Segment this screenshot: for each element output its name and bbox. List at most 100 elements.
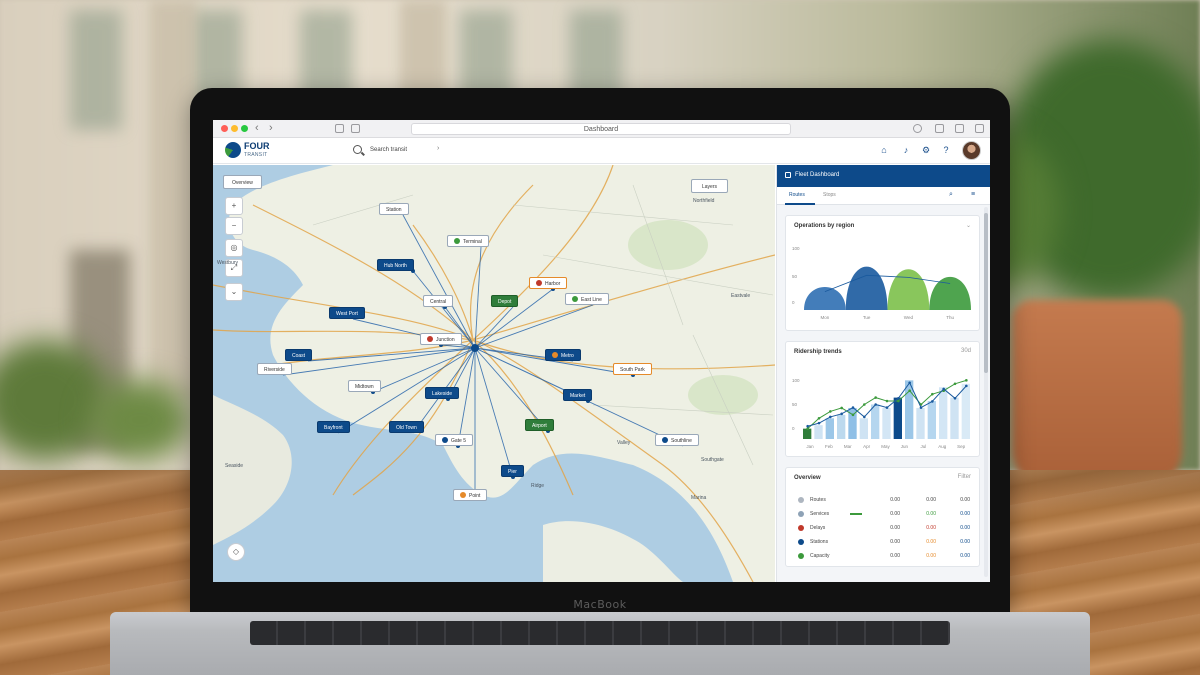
map-stop-label[interactable]: Airport (525, 419, 554, 431)
map-stop-label[interactable]: Gate 5 (435, 434, 474, 446)
tab-routes[interactable]: Routes (789, 192, 805, 198)
map-stop-label[interactable]: Point (453, 489, 488, 501)
laptop-keyboard (250, 621, 950, 645)
layers-chip[interactable]: Layers (691, 179, 729, 193)
map-stop-label[interactable]: Hub North (377, 259, 414, 271)
list-item[interactable]: Routes 0.00 0.00 0.00 (798, 494, 978, 506)
map-stop-label[interactable]: Harbor (529, 277, 568, 289)
list-item[interactable]: Capacity 0.00 0.00 0.00 (798, 550, 978, 562)
address-bar[interactable]: Dashboard (411, 123, 791, 135)
filter-select[interactable]: Filter (958, 474, 971, 480)
map-stop-label[interactable]: Central (423, 295, 454, 307)
bar-mark (814, 425, 823, 439)
map-stop-label[interactable]: Junction (420, 333, 462, 345)
map-stop-label-text: Terminal (463, 239, 482, 245)
list-item[interactable]: Delays 0.00 0.00 0.00 (798, 522, 978, 534)
line-point (851, 413, 855, 417)
map-stop-label[interactable]: Riverside (257, 363, 292, 375)
map-stop-label[interactable]: Coast (285, 349, 313, 361)
map-stop-label[interactable]: Midtown (348, 380, 381, 392)
menu-icon[interactable] (975, 124, 984, 133)
map-stop-label[interactable]: Market (563, 389, 593, 401)
map-settings-icon[interactable]: ◇ (227, 543, 245, 561)
user-avatar[interactable] (962, 141, 981, 160)
tab-overview-icon[interactable] (351, 124, 360, 133)
filter-icon[interactable]: ≡ (971, 191, 975, 198)
list-item[interactable]: Services 0.00 0.00 0.00 (798, 508, 978, 520)
list-item-value: 0.00 (960, 553, 970, 559)
sidebar-toggle-icon[interactable] (335, 124, 344, 133)
panel-grid-icon[interactable] (785, 172, 791, 178)
operations-card: Operations by region ⌄ 100 50 0 Mon Tue We… (785, 215, 980, 331)
building-window (70, 10, 122, 130)
line-point (942, 387, 945, 391)
tabs-icon[interactable] (955, 124, 964, 133)
map-stop-label-text: West Port (336, 311, 358, 317)
map-place-name: Marina (691, 495, 707, 501)
minimize-window-button[interactable] (231, 125, 238, 132)
map-stop-label[interactable]: Station (379, 203, 409, 215)
trend-line (824, 274, 951, 293)
map-stop-label-text: South Park (620, 367, 645, 373)
line-point (908, 381, 911, 385)
map-stop-label[interactable]: Terminal (447, 235, 489, 247)
panel-scrollbar-thumb[interactable] (984, 213, 988, 373)
stop-type-icon (552, 352, 558, 358)
map-stop-label[interactable]: Lakeside (425, 387, 460, 399)
back-arrow-icon[interactable]: ‹ (255, 122, 259, 134)
panel-tabs: Routes Stops ⌕ ≡ (777, 187, 990, 205)
x-tick-label: Feb (825, 444, 833, 449)
area-mark (929, 276, 971, 310)
bar-mark (893, 397, 902, 439)
operations-area-chart: Mon Tue Wed Thu (804, 266, 971, 320)
map-stop-label[interactable]: East Line (565, 293, 609, 305)
maximize-window-button[interactable] (241, 125, 248, 132)
line-point (953, 396, 957, 400)
line-point (965, 379, 968, 382)
brand-logo-icon[interactable] (225, 142, 241, 158)
map-stop-label[interactable]: Southline (655, 434, 699, 446)
overview-chip[interactable]: Overview (223, 175, 262, 189)
share-icon[interactable] (935, 124, 944, 133)
map-stop-label-text: Market (570, 393, 586, 399)
download-icon[interactable] (913, 124, 922, 133)
search-dropdown-chevron-icon[interactable]: › (437, 145, 439, 152)
map-stop-label[interactable]: West Port (329, 307, 365, 319)
zoom-in-icon[interactable]: + (225, 197, 243, 215)
ridership-card: Ridership trends 30d 100 50 0 Jan Feb Mar A… (785, 341, 980, 457)
laptop-brand-label: MacBook (573, 598, 627, 611)
search-icon[interactable] (353, 145, 362, 154)
help-icon[interactable]: ? (941, 145, 951, 155)
forward-arrow-icon[interactable]: › (269, 122, 273, 134)
map-place-name: Valley (617, 440, 631, 446)
search-icon[interactable]: ⌕ (949, 191, 953, 199)
bell-icon[interactable]: ♪ (901, 145, 911, 155)
active-tab-indicator (785, 203, 815, 205)
list-item[interactable]: Stations 0.00 0.00 0.00 (798, 536, 978, 548)
map-stop-label[interactable]: Depot (491, 295, 519, 307)
map-stop-label[interactable]: Metro (545, 349, 581, 361)
map-stop-label[interactable]: Bayfront (317, 421, 350, 433)
line-point (874, 396, 877, 399)
locate-icon[interactable]: ◎ (225, 239, 243, 257)
search-input[interactable]: Search transit (370, 147, 407, 153)
route-map[interactable]: Overview Layers + − ◎ ⤢ ⌄ ◇ Station Termi… (213, 165, 775, 582)
compass-icon[interactable]: ⌄ (225, 283, 243, 301)
x-tick-label: Tue (863, 315, 871, 320)
brand-name[interactable]: FOUR (244, 142, 270, 151)
settings-icon[interactable]: ⚙ (921, 145, 931, 155)
home-icon[interactable]: ⌂ (879, 145, 889, 155)
bar-mark (825, 418, 834, 439)
x-tick-label: Jul (920, 444, 926, 449)
map-stop-label[interactable]: Pier (501, 465, 524, 477)
list-item-value: 0.00 (890, 497, 900, 503)
tab-stops[interactable]: Stops (823, 192, 836, 198)
ridership-bar-chart: Jan Feb Mar Apr May Jun Jul Aug Sep (803, 379, 970, 449)
map-stop-label[interactable]: South Park (613, 363, 652, 375)
map-stop-label[interactable]: Old Town (389, 421, 424, 433)
zoom-out-icon[interactable]: − (225, 217, 243, 235)
close-window-button[interactable] (221, 125, 228, 132)
line-point (817, 421, 821, 425)
line-point (885, 406, 889, 409)
park-area (688, 375, 758, 415)
